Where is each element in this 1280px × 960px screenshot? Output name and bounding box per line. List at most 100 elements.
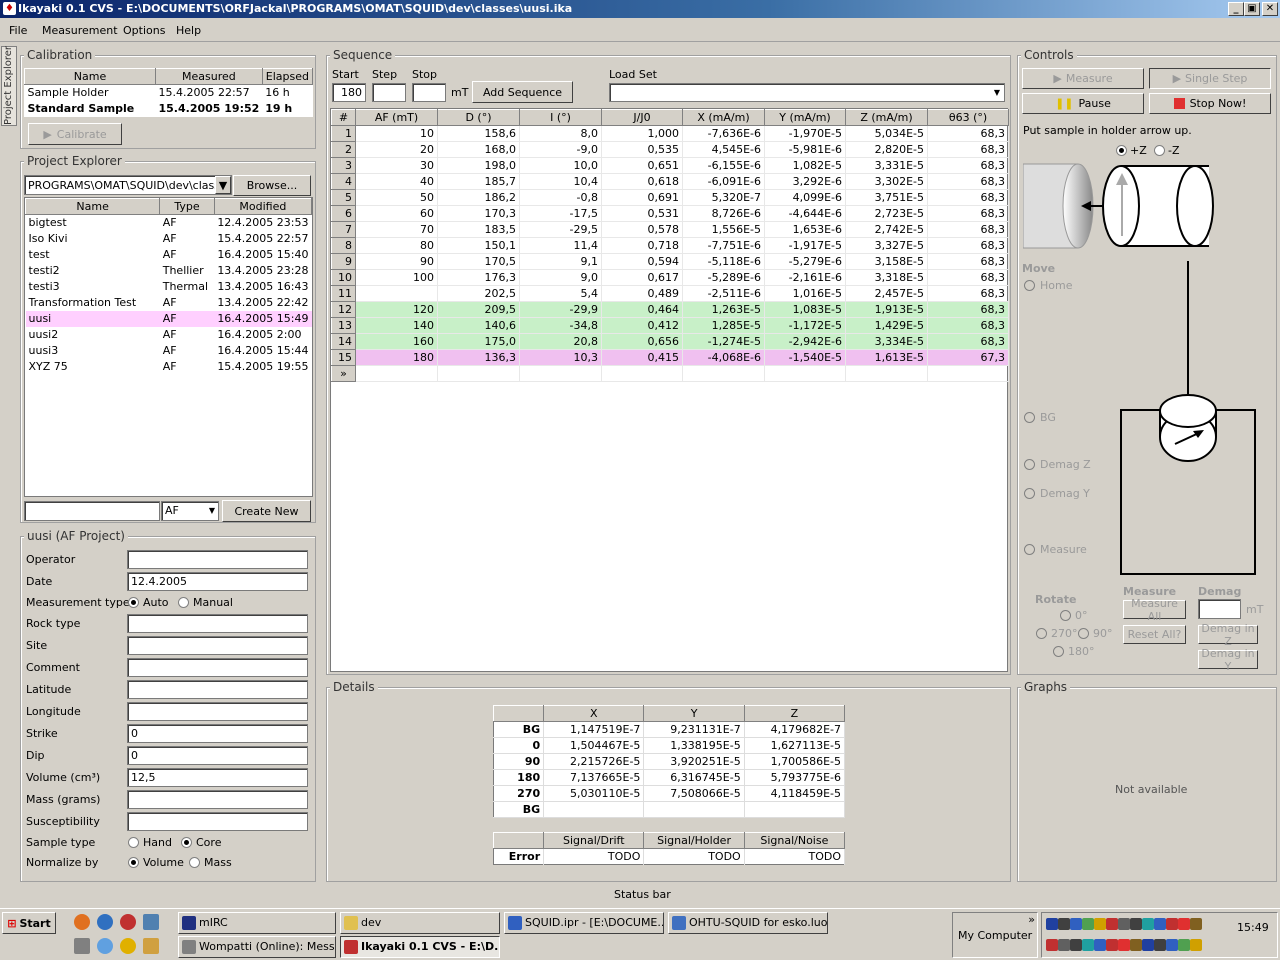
tray-icon[interactable] [1118, 918, 1130, 930]
volume-cm--input[interactable]: 12,5 [127, 768, 308, 787]
cell[interactable]: 5 [331, 189, 356, 206]
cell[interactable]: 8,726E-6 [682, 205, 765, 222]
cell[interactable]: -5,118E-6 [682, 253, 765, 270]
column-header[interactable]: I (°) [519, 109, 602, 126]
cell[interactable]: 183,5 [437, 221, 520, 238]
cell[interactable]: 1,082E-5 [764, 157, 846, 174]
cell[interactable] [601, 365, 683, 382]
column-header[interactable]: AF (mT) [355, 109, 438, 126]
add-sequence-button[interactable]: Add Sequence [472, 81, 573, 103]
tray-icon[interactable] [1178, 939, 1190, 951]
cell[interactable]: 9 [331, 253, 356, 270]
tray-icon[interactable] [1082, 939, 1094, 951]
cell[interactable]: 1,653E-6 [764, 221, 846, 238]
cell[interactable]: 2 [331, 141, 356, 158]
cell[interactable]: 3,158E-5 [845, 253, 928, 270]
sequence-row[interactable]: 2 20 168,0 -9,0 0,535 4,545E-6 -5,981E-6 2,820E… [331, 141, 1009, 158]
menu-options[interactable]: Options [123, 24, 165, 37]
cell[interactable]: 10,3 [519, 349, 602, 366]
measure-all-button[interactable]: Measure All [1123, 597, 1186, 623]
cell[interactable] [845, 365, 928, 382]
cell[interactable]: 158,6 [437, 125, 520, 142]
tray-icon[interactable] [1082, 918, 1094, 930]
cell[interactable]: 140,6 [437, 317, 520, 334]
cell[interactable]: 198,0 [437, 157, 520, 174]
hardware-icon[interactable] [74, 938, 90, 954]
cell[interactable]: 176,3 [437, 269, 520, 286]
manual-radio[interactable] [178, 597, 189, 608]
cell[interactable]: 0,489 [601, 285, 683, 302]
tray-icon[interactable] [1142, 939, 1154, 951]
latitude-input[interactable] [127, 680, 308, 699]
mass-grams--input[interactable] [127, 790, 308, 809]
network-icon[interactable] [143, 914, 159, 930]
cell[interactable]: 1,913E-5 [845, 301, 928, 318]
sequence-start-input[interactable]: 180 [332, 83, 366, 102]
measure-position-radio[interactable] [1024, 544, 1035, 555]
browse-button[interactable]: Browse... [233, 175, 311, 196]
table-row[interactable]: Standard Sample 15.4.2005 19:52 19 h [25, 101, 313, 117]
cell[interactable]: 11 [331, 285, 356, 302]
project-list-item[interactable]: bigtest AF 12.4.2005 23:53 [26, 215, 312, 231]
menu-help[interactable]: Help [176, 24, 201, 37]
tray-icon[interactable] [1154, 918, 1166, 930]
cell[interactable]: 1,429E-5 [845, 317, 928, 334]
project-list-item[interactable]: testi3 Thermal 13.4.2005 16:43 [26, 279, 312, 295]
minimize-button[interactable]: _ [1228, 2, 1244, 16]
col-elapsed[interactable]: Elapsed [261, 68, 314, 85]
tools-icon[interactable] [143, 938, 159, 954]
cell[interactable]: 0,464 [601, 301, 683, 318]
rotate-0-radio[interactable] [1060, 610, 1071, 621]
sequence-row[interactable]: 12 120 209,5 -29,9 0,464 1,263E-5 1,083E-5 1,91… [331, 301, 1009, 318]
cell[interactable]: 0,594 [601, 253, 683, 270]
strike-input[interactable]: 0 [127, 724, 308, 743]
bg-radio[interactable] [1024, 412, 1035, 423]
cell[interactable]: 68,3 [927, 157, 1009, 174]
cell[interactable]: 186,2 [437, 189, 520, 206]
cell[interactable]: 0,718 [601, 237, 683, 254]
tray-icon[interactable] [1154, 939, 1166, 951]
calibrate-button[interactable]: ▶ Calibrate [28, 123, 122, 145]
column-header[interactable]: X (mA/m) [682, 109, 765, 126]
cell[interactable]: 20 [355, 141, 438, 158]
column-header[interactable]: Z (mA/m) [845, 109, 928, 126]
cell[interactable]: 90 [355, 253, 438, 270]
cell[interactable]: -1,274E-5 [682, 333, 765, 350]
tray-icon[interactable] [1058, 918, 1070, 930]
measure-button[interactable]: ▶ Measure [1022, 68, 1144, 89]
tray-icon[interactable] [1130, 939, 1142, 951]
cell[interactable]: 1,556E-5 [682, 221, 765, 238]
tray-icon[interactable] [1142, 918, 1154, 930]
cell[interactable]: 10,4 [519, 173, 602, 190]
tray-icon[interactable] [1178, 918, 1190, 930]
col-type[interactable]: Type [159, 198, 215, 215]
cell[interactable]: -29,9 [519, 301, 602, 318]
tray-icon[interactable] [1046, 918, 1058, 930]
sequence-row[interactable]: 1 10 158,6 8,0 1,000 -7,636E-6 -1,970E-5 5,034E… [331, 125, 1009, 142]
menu-measurement[interactable]: Measurement [42, 24, 118, 37]
tray-icon[interactable] [1094, 918, 1106, 930]
my-computer-desk-band[interactable]: My Computer » [952, 912, 1038, 958]
cell[interactable]: 68,3 [927, 301, 1009, 318]
sequence-row[interactable]: 6 60 170,3 -17,5 0,531 8,726E-6 -4,644E-6 2,723… [331, 205, 1009, 222]
table-row[interactable]: Sample Holder 15.4.2005 22:57 16 h [25, 85, 313, 101]
cell[interactable]: -5,289E-6 [682, 269, 765, 286]
comment-input[interactable] [127, 658, 308, 677]
maximize-button[interactable]: ▣ [1244, 2, 1260, 16]
auto-radio[interactable] [128, 597, 139, 608]
cell[interactable]: 5,034E-5 [845, 125, 928, 142]
new-project-name-input[interactable] [24, 501, 160, 521]
cell[interactable]: 150,1 [437, 237, 520, 254]
cell[interactable]: 10,0 [519, 157, 602, 174]
sequence-row[interactable]: 14 160 175,0 20,8 0,656 -1,274E-5 -2,942E-6 3,3… [331, 333, 1009, 350]
cell[interactable]: -29,5 [519, 221, 602, 238]
cell[interactable]: 0,691 [601, 189, 683, 206]
cell[interactable]: 60 [355, 205, 438, 222]
cell[interactable]: 3,318E-5 [845, 269, 928, 286]
project-list-item[interactable]: uusi3 AF 16.4.2005 15:44 [26, 343, 312, 359]
cell[interactable]: 209,5 [437, 301, 520, 318]
cell[interactable]: 14 [331, 333, 356, 350]
media-icon[interactable] [120, 938, 136, 954]
cell[interactable]: 8,0 [519, 125, 602, 142]
cell[interactable]: 0,578 [601, 221, 683, 238]
